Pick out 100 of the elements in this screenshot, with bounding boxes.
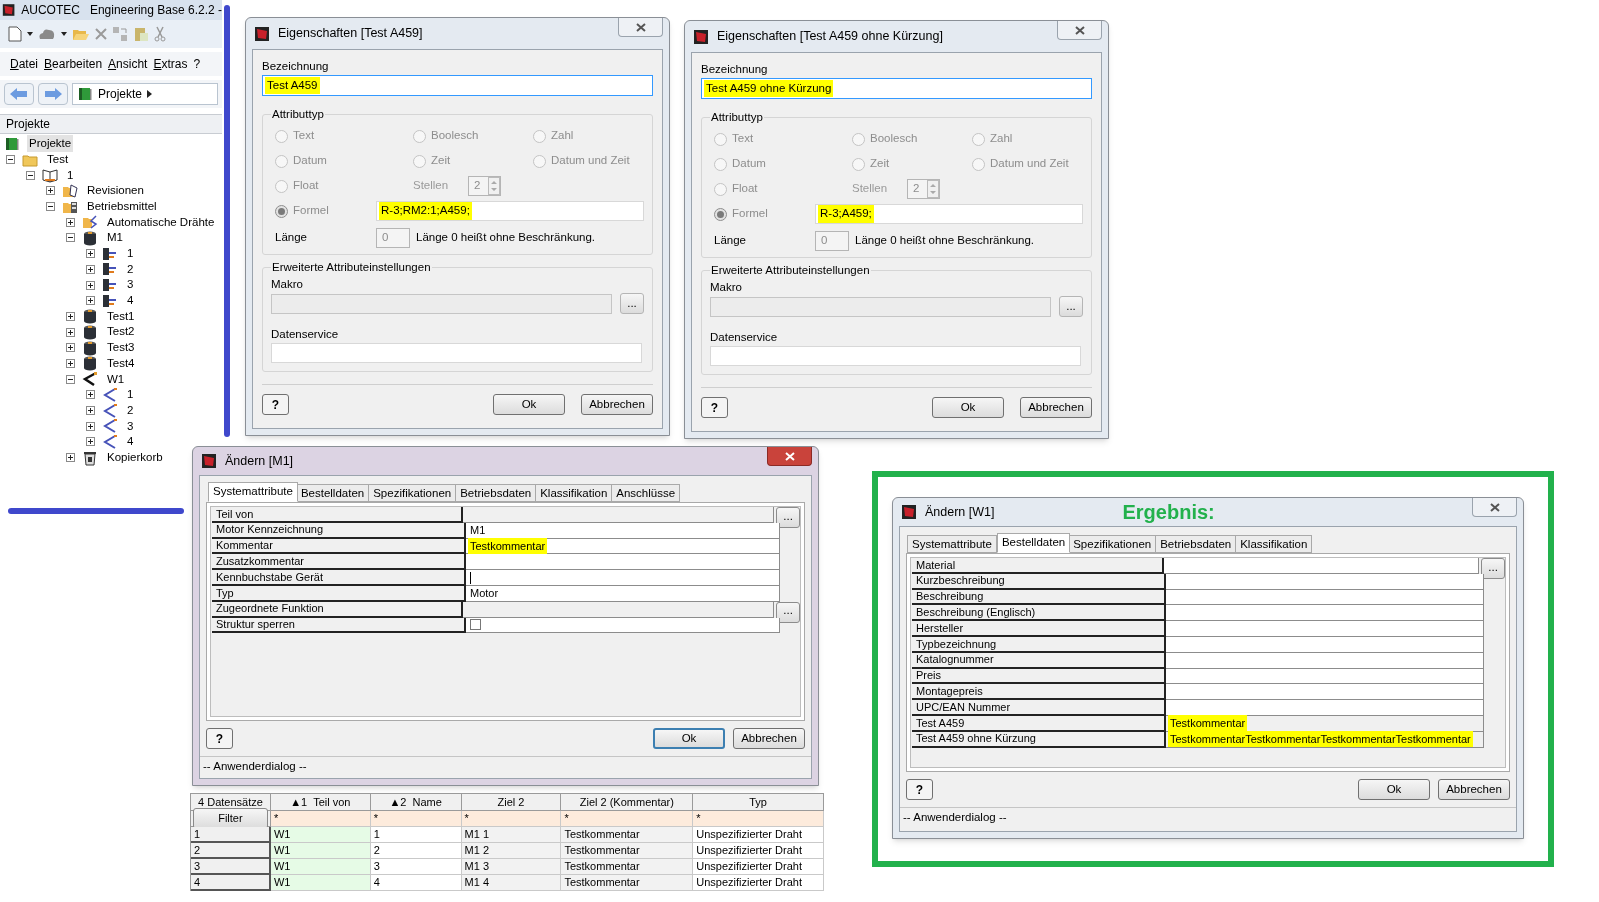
tree-item[interactable]: Kopierkorb	[105, 448, 165, 467]
collapse-icon[interactable]	[26, 170, 35, 180]
expand-icon[interactable]	[86, 249, 95, 259]
tree-item[interactable]: Test2	[105, 323, 137, 341]
expand-icon[interactable]	[66, 327, 75, 337]
data-service-field[interactable]	[271, 343, 642, 364]
breadcrumb-arrow-icon[interactable]	[147, 90, 153, 98]
expand-icon[interactable]	[86, 280, 95, 290]
macro-field[interactable]	[710, 296, 1051, 317]
value-field[interactable]	[1163, 558, 1480, 574]
value-field[interactable]	[1166, 684, 1484, 701]
tree-item[interactable]: 1	[65, 166, 76, 184]
filter-field[interactable]: *	[270, 811, 371, 827]
data-service-field[interactable]	[710, 346, 1081, 367]
value-field[interactable]	[1166, 700, 1484, 716]
filter-field[interactable]: *	[693, 811, 824, 827]
tree-item[interactable]: 3	[125, 276, 136, 294]
tree-item[interactable]: 4	[125, 433, 136, 451]
delete-icon[interactable]	[95, 28, 107, 40]
cancel-button[interactable]: Abbrechen	[1438, 779, 1510, 800]
collapse-icon[interactable]	[66, 374, 75, 384]
tab[interactable]: Klassifikation	[535, 484, 613, 502]
tab[interactable]: Spezifikationen	[1068, 535, 1157, 553]
menu-item[interactable]: ?	[193, 55, 201, 73]
expand-icon[interactable]	[86, 437, 95, 447]
tab[interactable]: Bestelldaten	[295, 484, 370, 502]
clipboard-icon[interactable]	[133, 26, 149, 42]
expand-icon[interactable]	[86, 406, 95, 416]
expand-icon[interactable]	[66, 217, 75, 227]
filter-button[interactable]: Filter	[193, 808, 268, 829]
expand-icon[interactable]	[66, 311, 75, 321]
cancel-button[interactable]: Abbrechen	[733, 728, 805, 749]
column-header[interactable]: Typ	[693, 794, 824, 811]
caret-icon[interactable]	[61, 32, 67, 36]
tree-item[interactable]: M1	[105, 229, 125, 247]
tree-item[interactable]: 2	[125, 401, 136, 420]
breadcrumb-item[interactable]: Projekte	[98, 85, 143, 103]
tree-item[interactable]: 2	[125, 260, 136, 278]
tab[interactable]: Spezifikationen	[368, 484, 457, 502]
browse-button[interactable]: ...	[776, 601, 800, 623]
close-button[interactable]	[1472, 498, 1517, 517]
help-button[interactable]: ?	[906, 779, 933, 800]
tab[interactable]: Systemattribute	[208, 482, 298, 502]
expand-icon[interactable]	[86, 264, 95, 274]
value-field[interactable]	[1166, 621, 1484, 637]
expand-icon[interactable]	[66, 343, 75, 353]
value-field[interactable]	[463, 507, 775, 523]
ok-button[interactable]: Ok	[1358, 779, 1430, 800]
collapse-icon[interactable]	[46, 202, 55, 212]
tree-item[interactable]: Projekte	[27, 135, 74, 153]
tree-item[interactable]: Test4	[105, 354, 137, 373]
caret-icon[interactable]	[27, 32, 33, 36]
help-button[interactable]: ?	[206, 728, 233, 749]
row-header[interactable]: 1	[191, 827, 271, 843]
tree-item[interactable]: 1	[125, 245, 136, 263]
filter-field[interactable]: *	[461, 811, 562, 827]
column-header[interactable]: Ziel 2 (Kommentar)	[561, 794, 694, 811]
filter-field[interactable]: *	[370, 811, 462, 827]
expand-icon[interactable]	[66, 358, 75, 368]
row-header[interactable]: 3	[191, 859, 271, 875]
checkbox[interactable]	[470, 619, 481, 631]
tree-item[interactable]: Test	[45, 150, 71, 169]
column-header[interactable]: ▲1 Teil von	[270, 794, 371, 811]
collapse-icon[interactable]	[6, 155, 15, 165]
macro-field[interactable]	[271, 293, 612, 314]
tab[interactable]: Betriebsdaten	[1155, 535, 1237, 553]
value-field[interactable]	[466, 570, 780, 586]
close-button[interactable]	[618, 18, 663, 37]
filter-field[interactable]: *	[561, 811, 694, 827]
tree-item[interactable]: Automatische Drähte	[105, 213, 217, 231]
tab[interactable]: Betriebsdaten	[455, 484, 537, 502]
ok-button[interactable]: Ok	[653, 728, 725, 749]
menu-item[interactable]: Bearbeiten	[44, 55, 103, 73]
expand-icon[interactable]	[66, 453, 75, 463]
menu-item[interactable]: Ansicht	[108, 55, 148, 73]
column-header[interactable]: Ziel 2	[461, 794, 562, 811]
browse-button[interactable]: ...	[776, 507, 800, 528]
tab[interactable]: Anschlüsse	[611, 484, 681, 502]
tree-item[interactable]: Test3	[105, 339, 137, 357]
value-field[interactable]: Testkommentar	[466, 538, 780, 555]
cloud-icon[interactable]	[38, 27, 56, 41]
value-field[interactable]: Testkommentar	[1166, 715, 1484, 732]
expand-icon[interactable]	[86, 296, 95, 306]
close-button[interactable]	[1057, 21, 1102, 40]
tree-item[interactable]: 3	[125, 417, 136, 435]
browse-button[interactable]: ...	[1481, 558, 1505, 579]
back-button[interactable]	[4, 83, 34, 105]
expand-icon[interactable]	[46, 186, 55, 196]
new-document-icon[interactable]	[8, 26, 22, 42]
tree-item[interactable]: Revisionen	[85, 182, 146, 200]
tree-item[interactable]: 4	[125, 292, 136, 310]
close-button[interactable]	[767, 447, 812, 466]
row-header[interactable]: 2	[191, 843, 271, 859]
tree-item[interactable]: Test1	[105, 307, 137, 326]
expand-icon[interactable]	[86, 421, 95, 431]
row-header[interactable]: 4	[191, 875, 271, 891]
expand-icon[interactable]	[86, 390, 95, 400]
value-field[interactable]	[1166, 605, 1484, 622]
tab[interactable]: Bestelldaten	[996, 533, 1071, 553]
forward-button[interactable]	[38, 83, 68, 105]
